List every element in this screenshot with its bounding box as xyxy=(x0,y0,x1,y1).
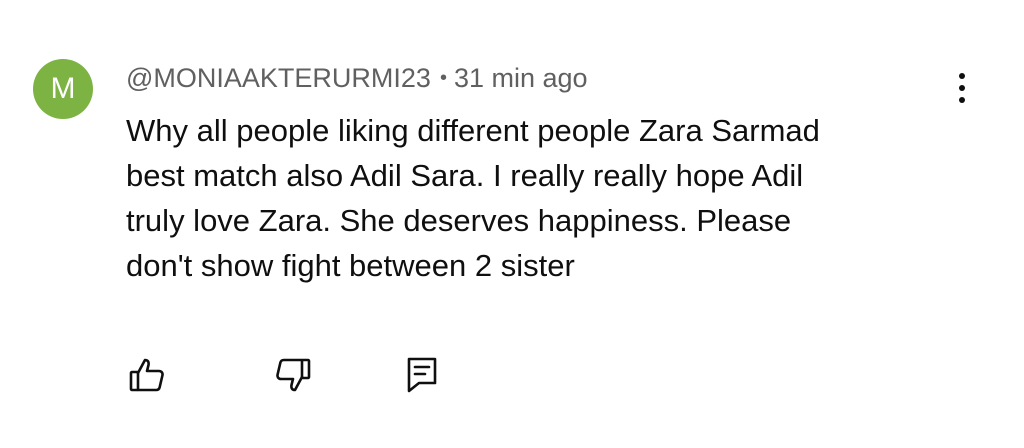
more-vertical-icon-dot xyxy=(959,85,965,91)
more-vertical-icon xyxy=(959,73,965,79)
more-vertical-icon-dot xyxy=(959,97,965,103)
reply-comment-icon xyxy=(407,357,437,393)
thumbs-up-icon xyxy=(129,358,164,392)
avatar[interactable]: M xyxy=(33,59,93,119)
dislike-button[interactable] xyxy=(271,353,315,397)
like-button[interactable] xyxy=(125,353,169,397)
more-options-button[interactable] xyxy=(944,66,980,110)
comment-line: don't show fight between 2 sister xyxy=(126,248,575,283)
author-name[interactable]: @MONIAAKTERURMI23 xyxy=(126,63,431,94)
avatar-letter: M xyxy=(50,72,76,105)
comment-timestamp: 31 min ago xyxy=(453,62,588,93)
thumbs-down-icon xyxy=(276,358,311,392)
comment-header: @MONIAAKTERURMI23 • 31 min ago xyxy=(126,60,588,96)
comment-line: Why all people liking different people Z… xyxy=(126,113,820,148)
reply-button[interactable] xyxy=(400,353,444,397)
comment-line: best match also Adil Sara. I really real… xyxy=(126,158,804,193)
comment-item: M @MONIAAKTERURMI23 • 31 min ago Why all… xyxy=(0,0,1024,448)
comment-body: Why all people liking different people Z… xyxy=(126,108,986,288)
comment-line: truly love Zara. She deserves happiness.… xyxy=(126,203,792,238)
meta-separator: • xyxy=(439,66,447,89)
